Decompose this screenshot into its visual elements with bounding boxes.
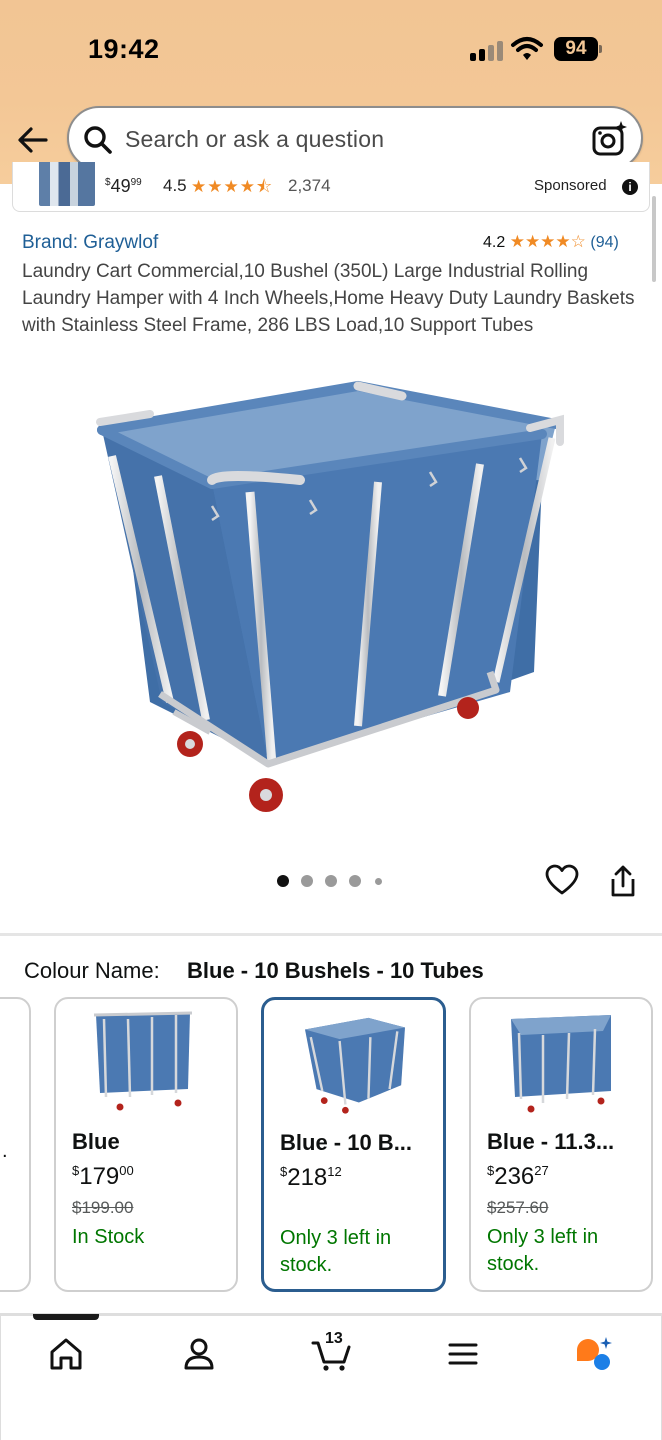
cellular-signal-icon [470,39,504,61]
carousel-dot[interactable] [325,875,337,887]
colour-swatch[interactable]: Blue $17900 $199.00 In Stock [54,997,238,1292]
carousel-dot[interactable] [277,875,289,887]
swatch-name: Blue - 10 B... [280,1130,413,1155]
rating-value: 4.2 [483,234,506,251]
swatch-image [511,1015,611,1113]
rating-count[interactable]: (94) [590,234,618,251]
status-time: 19:42 [88,34,160,64]
swatch-image [93,1011,193,1111]
account-icon[interactable] [179,1334,219,1374]
swatch-price: $17900 [72,1163,134,1190]
search-icon [84,126,112,154]
heart-icon[interactable] [545,864,579,896]
swatch-price: $21812 [280,1164,342,1191]
swatch-stock-status: Only 3 left in stock. [487,1226,599,1275]
swatch-image [305,1017,405,1114]
colour-swatch[interactable]: Blue - 11.3... $23627 $257.60 Only 3 lef… [469,997,653,1292]
sponsored-label: Sponsored [534,177,607,194]
carousel-dot[interactable] [349,875,361,887]
colour-selected-value: Blue - 10 Bushels - 10 Tubes [187,958,484,983]
sponsored-review-count: 2,374 [288,176,331,195]
colour-label: Colour Name: [24,958,160,983]
app-header: 19:42 94 Search or ask a question [0,0,662,184]
sponsored-product-thumbnail [39,162,95,206]
swatch-price: $23627 [487,1163,549,1190]
battery-tip [599,45,602,53]
rating-stars-icon: ★★★★☆ [509,232,586,251]
battery-indicator: 94 [554,37,598,61]
camera-lens-icon[interactable] [591,120,629,158]
sponsored-rating: 4.5 [163,176,187,195]
product-title: Laundry Cart Commercial,10 Bushel (350L)… [22,261,635,336]
swatch-list-price: $199.00 [72,1198,134,1217]
swatch-stock-status: In Stock [72,1226,145,1248]
colour-swatch-selected[interactable]: Blue - 10 B... $21812 Only 3 left in sto… [261,997,446,1292]
swatch-name: Blue - 11.3... [487,1129,615,1154]
carousel-dot[interactable] [375,878,382,885]
carousel-dot[interactable] [301,875,313,887]
swatch-list-price: $257.60 [487,1198,549,1217]
cart-count-badge: 13 [325,1330,343,1347]
scroll-indicator [652,196,656,282]
section-divider [0,933,662,936]
search-input[interactable]: Search or ask a question [125,126,384,153]
menu-icon[interactable] [443,1334,483,1374]
sponsored-stars-icon: ★★★★⯪ [191,177,274,196]
brand-link[interactable]: Brand: Graywlof [22,232,158,254]
info-icon[interactable]: i [622,179,638,195]
back-arrow-icon[interactable] [16,122,52,158]
nav-active-indicator [33,1314,99,1320]
swatch-stock-status: Only 3 left in stock. [280,1227,392,1276]
sponsored-product-card[interactable]: $4999 4.5 ★★★★⯪ 2,374 Sponsored i [12,162,650,212]
rufus-assistant-icon[interactable] [574,1334,614,1374]
product-image[interactable] [90,372,570,822]
wifi-icon [511,37,543,60]
search-bar[interactable]: Search or ask a question [67,106,643,170]
home-icon[interactable] [46,1334,86,1374]
sponsored-price: $4999 [105,176,142,196]
share-icon[interactable] [607,864,639,898]
swatch-partial-text: . [2,1140,8,1162]
product-rating[interactable]: 4.2 ★★★★☆ (94) [483,232,619,252]
swatch-name: Blue [72,1129,120,1154]
